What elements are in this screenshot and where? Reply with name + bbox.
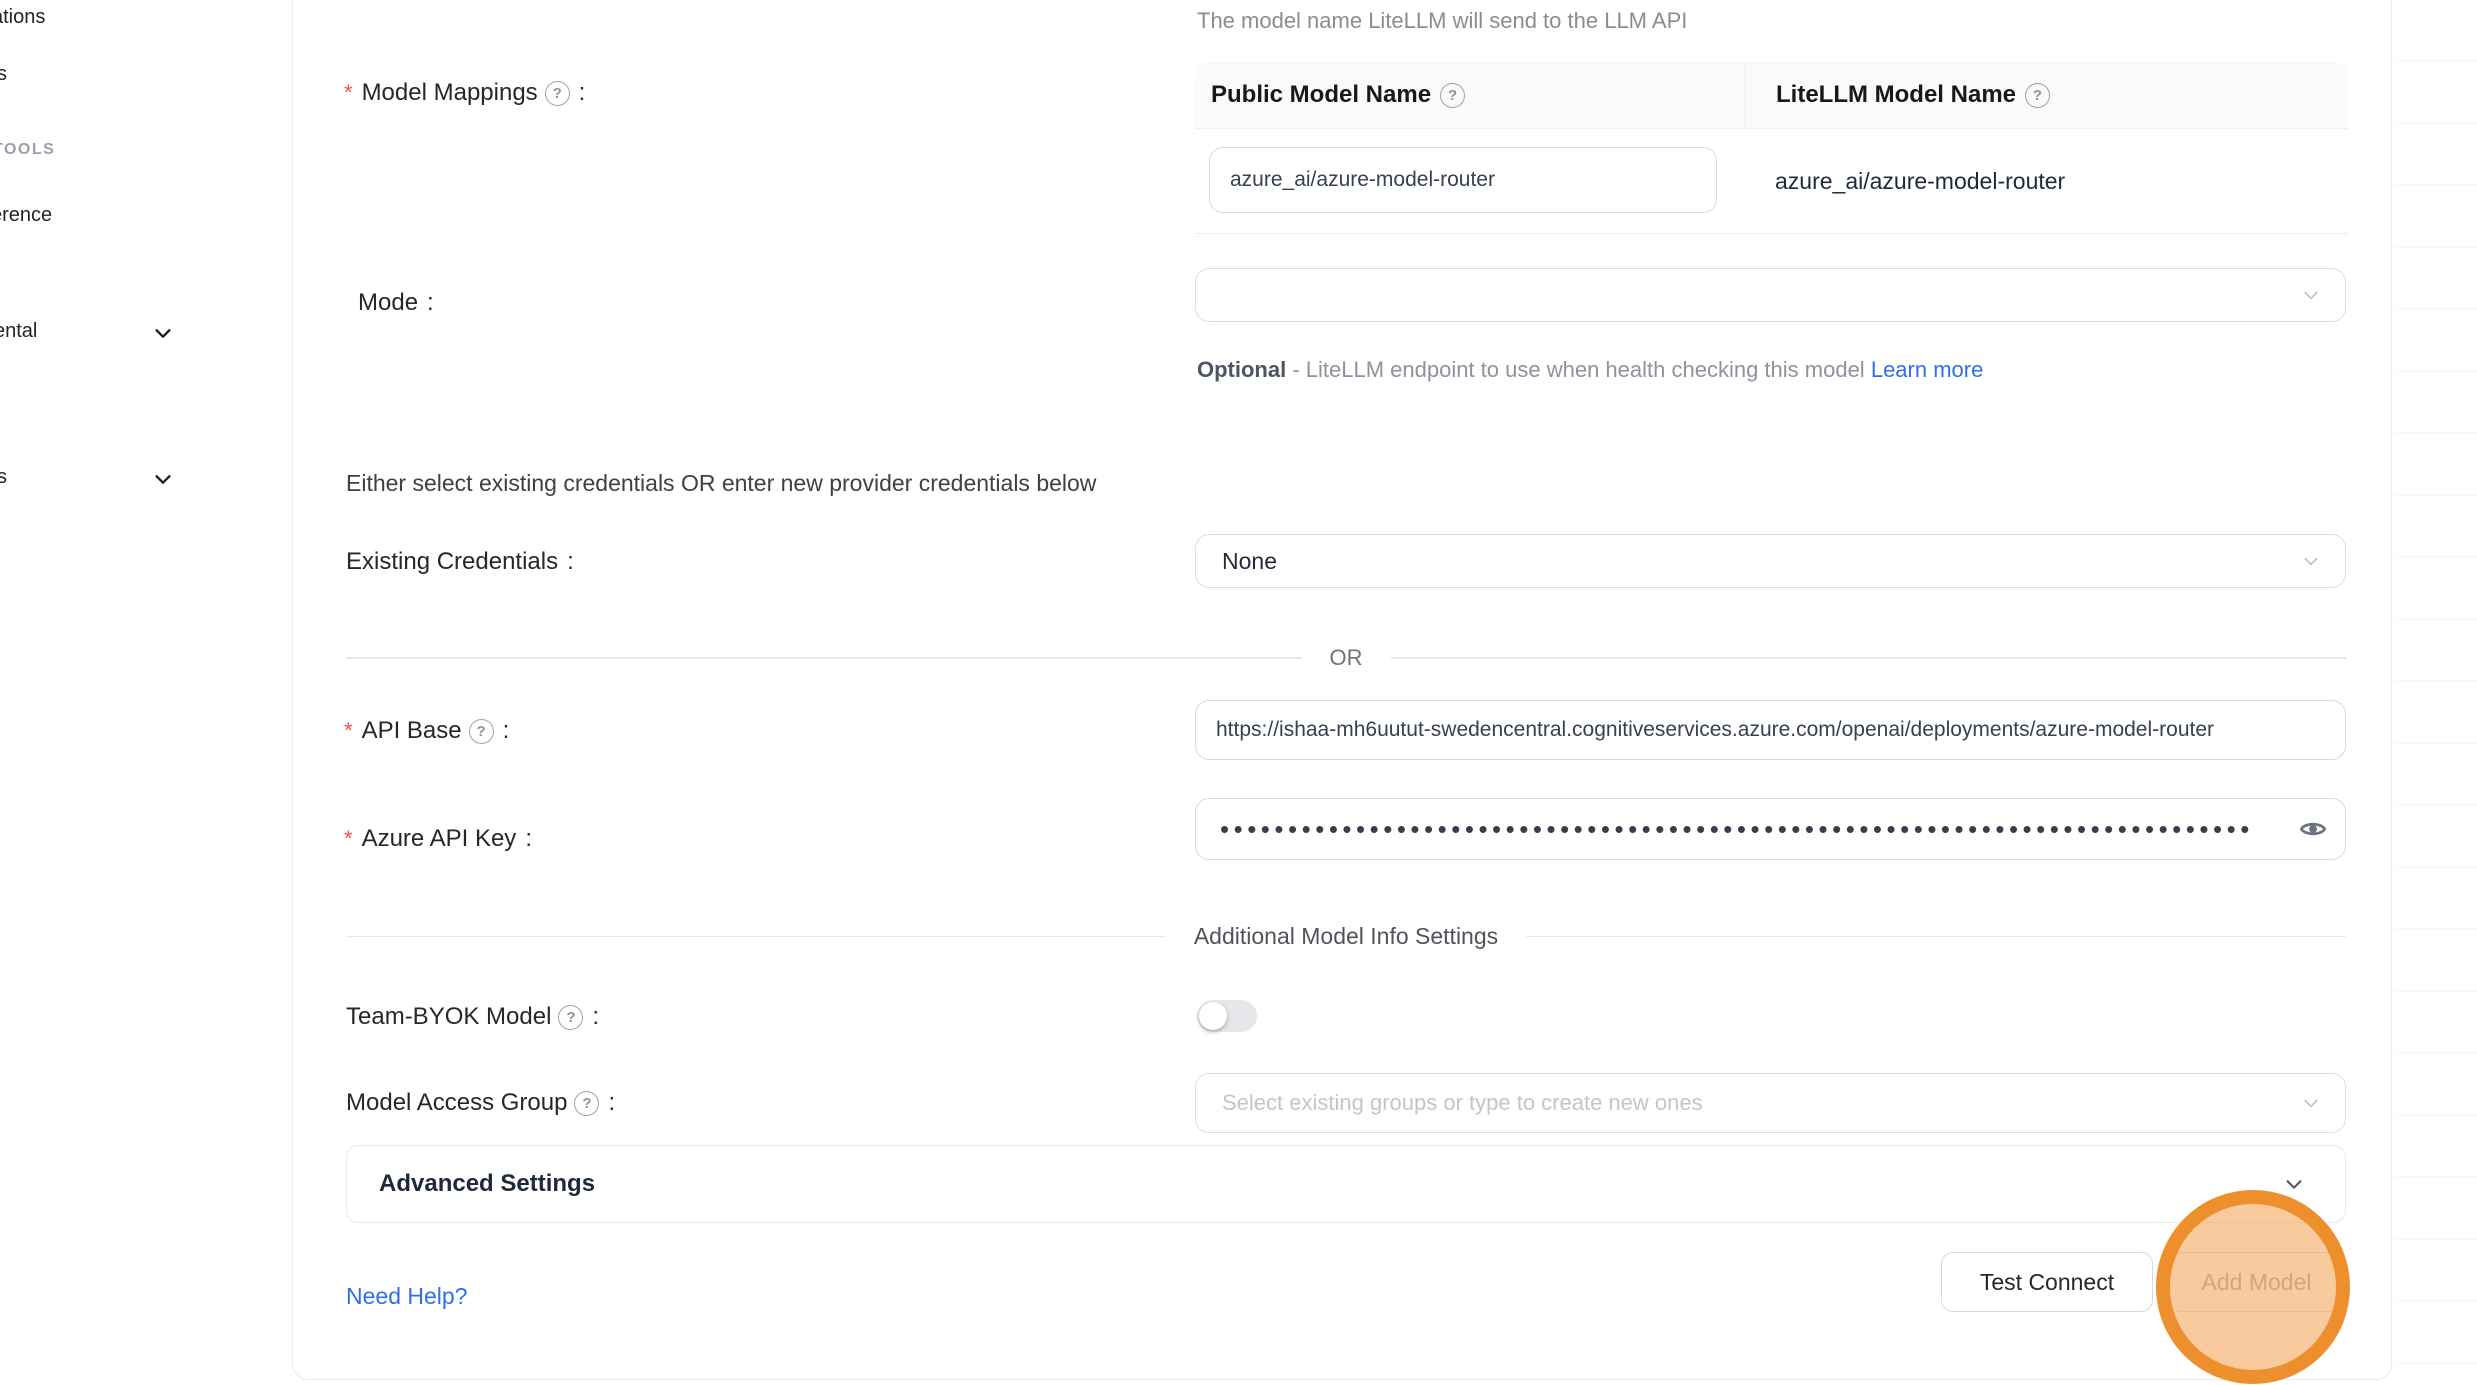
existing-credentials-label: Existing Credentials : xyxy=(346,545,574,579)
team-byok-toggle[interactable] xyxy=(1197,1000,1257,1032)
sidebar-item-api-reference[interactable]: erence xyxy=(0,204,52,227)
existing-credentials-select[interactable]: None xyxy=(1195,534,2346,588)
question-circle-icon[interactable]: ? xyxy=(2025,83,2050,108)
model-mappings-header-row: Public Model Name ? LiteLLM Model Name ? xyxy=(1195,62,2348,129)
chevron-down-icon xyxy=(2301,551,2321,571)
sidebar-item-label: s xyxy=(0,63,7,85)
chevron-down-icon xyxy=(2283,1173,2305,1195)
litellm-add-model-screen: ations s TOOLS erence ental s The model … xyxy=(0,0,2477,1385)
chevron-down-icon[interactable] xyxy=(152,322,174,344)
api-base-input-wrap xyxy=(1195,700,2346,760)
litellm-model-name-header: LiteLLM Model Name ? xyxy=(1745,62,2348,128)
sidebar-item-label: ations xyxy=(0,6,45,28)
sidebar-item-label: ental xyxy=(0,320,37,342)
or-divider-text: OR xyxy=(1302,645,1391,671)
mode-help-text: Optional - LiteLLM endpoint to use when … xyxy=(1197,350,1987,390)
background-table-rows xyxy=(2394,0,2477,1385)
sidebar-section-tools: TOOLS xyxy=(0,141,55,159)
model-access-group-label: Model Access Group ? : xyxy=(346,1086,615,1120)
model-access-group-placeholder: Select existing groups or type to create… xyxy=(1196,1090,1703,1116)
team-byok-label: Team-BYOK Model ? : xyxy=(346,1000,599,1034)
or-divider: OR xyxy=(346,645,2346,671)
mode-select[interactable] xyxy=(1195,268,2346,322)
model-access-group-select[interactable]: Select existing groups or type to create… xyxy=(1195,1073,2346,1133)
need-help-link[interactable]: Need Help? xyxy=(346,1283,467,1310)
existing-credentials-value: None xyxy=(1196,548,1277,575)
api-base-input[interactable] xyxy=(1196,701,2345,759)
chevron-down-icon xyxy=(2301,285,2321,305)
azure-api-key-label: * Azure API Key : xyxy=(344,822,532,856)
mode-label: Mode : xyxy=(358,286,434,320)
required-asterisk: * xyxy=(344,720,353,742)
model-mappings-table: Public Model Name ? LiteLLM Model Name ?… xyxy=(1195,62,2348,234)
test-connect-button[interactable]: Test Connect xyxy=(1941,1252,2153,1312)
question-circle-icon[interactable]: ? xyxy=(558,1005,583,1030)
question-circle-icon[interactable]: ? xyxy=(1440,83,1465,108)
public-model-name-header: Public Model Name ? xyxy=(1195,81,1745,109)
required-asterisk: * xyxy=(344,82,353,104)
sidebar-item-guardrails[interactable]: s xyxy=(0,63,7,86)
azure-api-key-input-wrap: ••••••••••••••••••••••••••••••••••••••••… xyxy=(1195,798,2346,860)
api-base-label: * API Base ? : xyxy=(344,714,509,748)
chevron-down-icon xyxy=(2301,1093,2321,1113)
model-mappings-row: azure_ai/azure-model-router xyxy=(1195,129,2348,234)
chevron-down-icon[interactable] xyxy=(152,468,174,490)
question-circle-icon[interactable]: ? xyxy=(545,81,570,106)
sidebar-item-label: erence xyxy=(0,204,52,226)
advanced-settings-panel[interactable]: Advanced Settings xyxy=(346,1145,2346,1223)
credentials-note: Either select existing credentials OR en… xyxy=(346,470,1096,497)
public-model-name-input-wrap xyxy=(1209,147,1717,213)
sidebar: ations s TOOLS erence ental s xyxy=(0,0,270,1385)
sidebar-item-organizations[interactable]: ations xyxy=(0,6,45,29)
add-model-button[interactable]: Add Model xyxy=(2168,1252,2345,1312)
question-circle-icon[interactable]: ? xyxy=(574,1091,599,1116)
additional-settings-divider-text: Additional Model Info Settings xyxy=(1166,923,1526,950)
additional-settings-divider: Additional Model Info Settings xyxy=(346,923,2346,950)
litellm-model-name-value: azure_ai/azure-model-router xyxy=(1775,129,2065,233)
sidebar-item-experimental[interactable]: ental xyxy=(0,320,37,343)
public-model-name-input[interactable] xyxy=(1210,148,1716,212)
toggle-knob xyxy=(1199,1002,1227,1030)
model-name-helper-text: The model name LiteLLM will send to the … xyxy=(1197,8,1687,34)
sidebar-item-label: s xyxy=(0,466,7,488)
model-mappings-label: * Model Mappings ? : xyxy=(344,76,585,110)
question-circle-icon[interactable]: ? xyxy=(469,719,494,744)
optional-prefix: Optional xyxy=(1197,357,1286,382)
sidebar-item-settings[interactable]: s xyxy=(0,466,7,489)
advanced-settings-title: Advanced Settings xyxy=(379,1170,595,1198)
azure-api-key-masked-value[interactable]: ••••••••••••••••••••••••••••••••••••••••… xyxy=(1196,814,2260,845)
learn-more-link[interactable]: Learn more xyxy=(1871,357,1984,382)
eye-icon[interactable] xyxy=(2299,815,2327,843)
required-asterisk: * xyxy=(344,828,353,850)
